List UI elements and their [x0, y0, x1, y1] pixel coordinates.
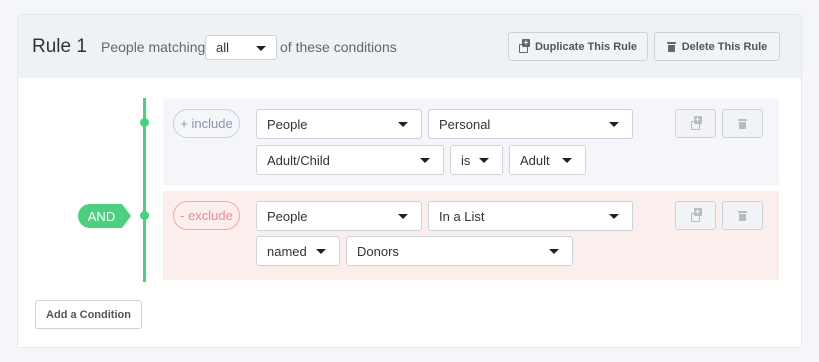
condition-category-value: In a List: [439, 209, 485, 224]
condition-category-select[interactable]: Personal: [428, 109, 633, 139]
condition-value: Adult: [520, 153, 550, 168]
condition-field-value: People: [267, 209, 308, 224]
exclude-toggle[interactable]: - exclude: [173, 201, 240, 230]
duplicate-icon: [690, 207, 702, 222]
chevron-down-icon: [398, 214, 408, 219]
duplicate-icon: [690, 115, 702, 130]
condition-qualifier-value: named: [267, 244, 307, 259]
chevron-down-icon: [549, 249, 559, 254]
chevron-down-icon: [256, 46, 266, 51]
rule-header: Rule 1 People matching all of these cond…: [18, 15, 801, 79]
chevron-down-icon: [609, 122, 619, 127]
chevron-down-icon: [316, 249, 326, 254]
connector-dot: [140, 211, 149, 220]
chevron-down-icon: [479, 158, 489, 163]
rule-card: Rule 1 People matching all of these cond…: [17, 14, 802, 348]
add-condition-button[interactable]: Add a Condition: [35, 300, 142, 329]
trash-icon: [738, 210, 747, 221]
chevron-down-icon: [420, 158, 430, 163]
duplicate-condition-button[interactable]: [675, 201, 716, 230]
duplicate-rule-label: Duplicate This Rule: [534, 40, 638, 53]
trash-icon: [738, 118, 747, 129]
delete-condition-button[interactable]: [722, 201, 763, 230]
duplicate-icon: [518, 38, 530, 53]
match-mode-value: all: [216, 40, 230, 55]
condition-list-value: Donors: [357, 244, 399, 259]
rule-title: Rule 1: [32, 36, 87, 57]
condition-operator-select[interactable]: is: [450, 145, 503, 175]
people-matching-label: People matching: [101, 39, 206, 55]
condition-attribute-select[interactable]: Adult/Child: [256, 145, 444, 175]
condition-category-select[interactable]: In a List: [428, 201, 633, 231]
rule-body: AND + include People Personal Adult/Chil…: [18, 78, 801, 347]
chevron-down-icon: [609, 214, 619, 219]
condition-category-value: Personal: [439, 117, 491, 132]
and-connector-badge[interactable]: AND: [78, 204, 131, 228]
conditions-suffix-label: of these conditions: [280, 39, 397, 55]
condition-attribute-value: Adult/Child: [267, 153, 330, 168]
include-toggle[interactable]: + include: [173, 109, 240, 138]
condition-field-select[interactable]: People: [256, 201, 422, 231]
delete-condition-button[interactable]: [722, 109, 763, 138]
delete-rule-button[interactable]: Delete This Rule: [654, 32, 780, 61]
condition-qualifier-select[interactable]: named: [256, 236, 340, 266]
condition-list-select[interactable]: Donors: [346, 236, 573, 266]
match-mode-select[interactable]: all: [205, 35, 277, 60]
trash-icon: [666, 41, 676, 52]
condition-include: + include People Personal Adult/Child is…: [163, 99, 779, 185]
condition-field-value: People: [267, 117, 308, 132]
condition-exclude: - exclude People In a List named Donors: [163, 191, 779, 280]
condition-value-select[interactable]: Adult: [509, 145, 586, 175]
chevron-down-icon: [398, 122, 408, 127]
condition-field-select[interactable]: People: [256, 109, 422, 139]
duplicate-condition-button[interactable]: [675, 109, 716, 138]
delete-rule-label: Delete This Rule: [681, 40, 768, 53]
connector-dot: [140, 118, 149, 127]
duplicate-rule-button[interactable]: Duplicate This Rule: [508, 32, 648, 61]
condition-operator-value: is: [461, 153, 471, 168]
chevron-down-icon: [562, 158, 572, 163]
